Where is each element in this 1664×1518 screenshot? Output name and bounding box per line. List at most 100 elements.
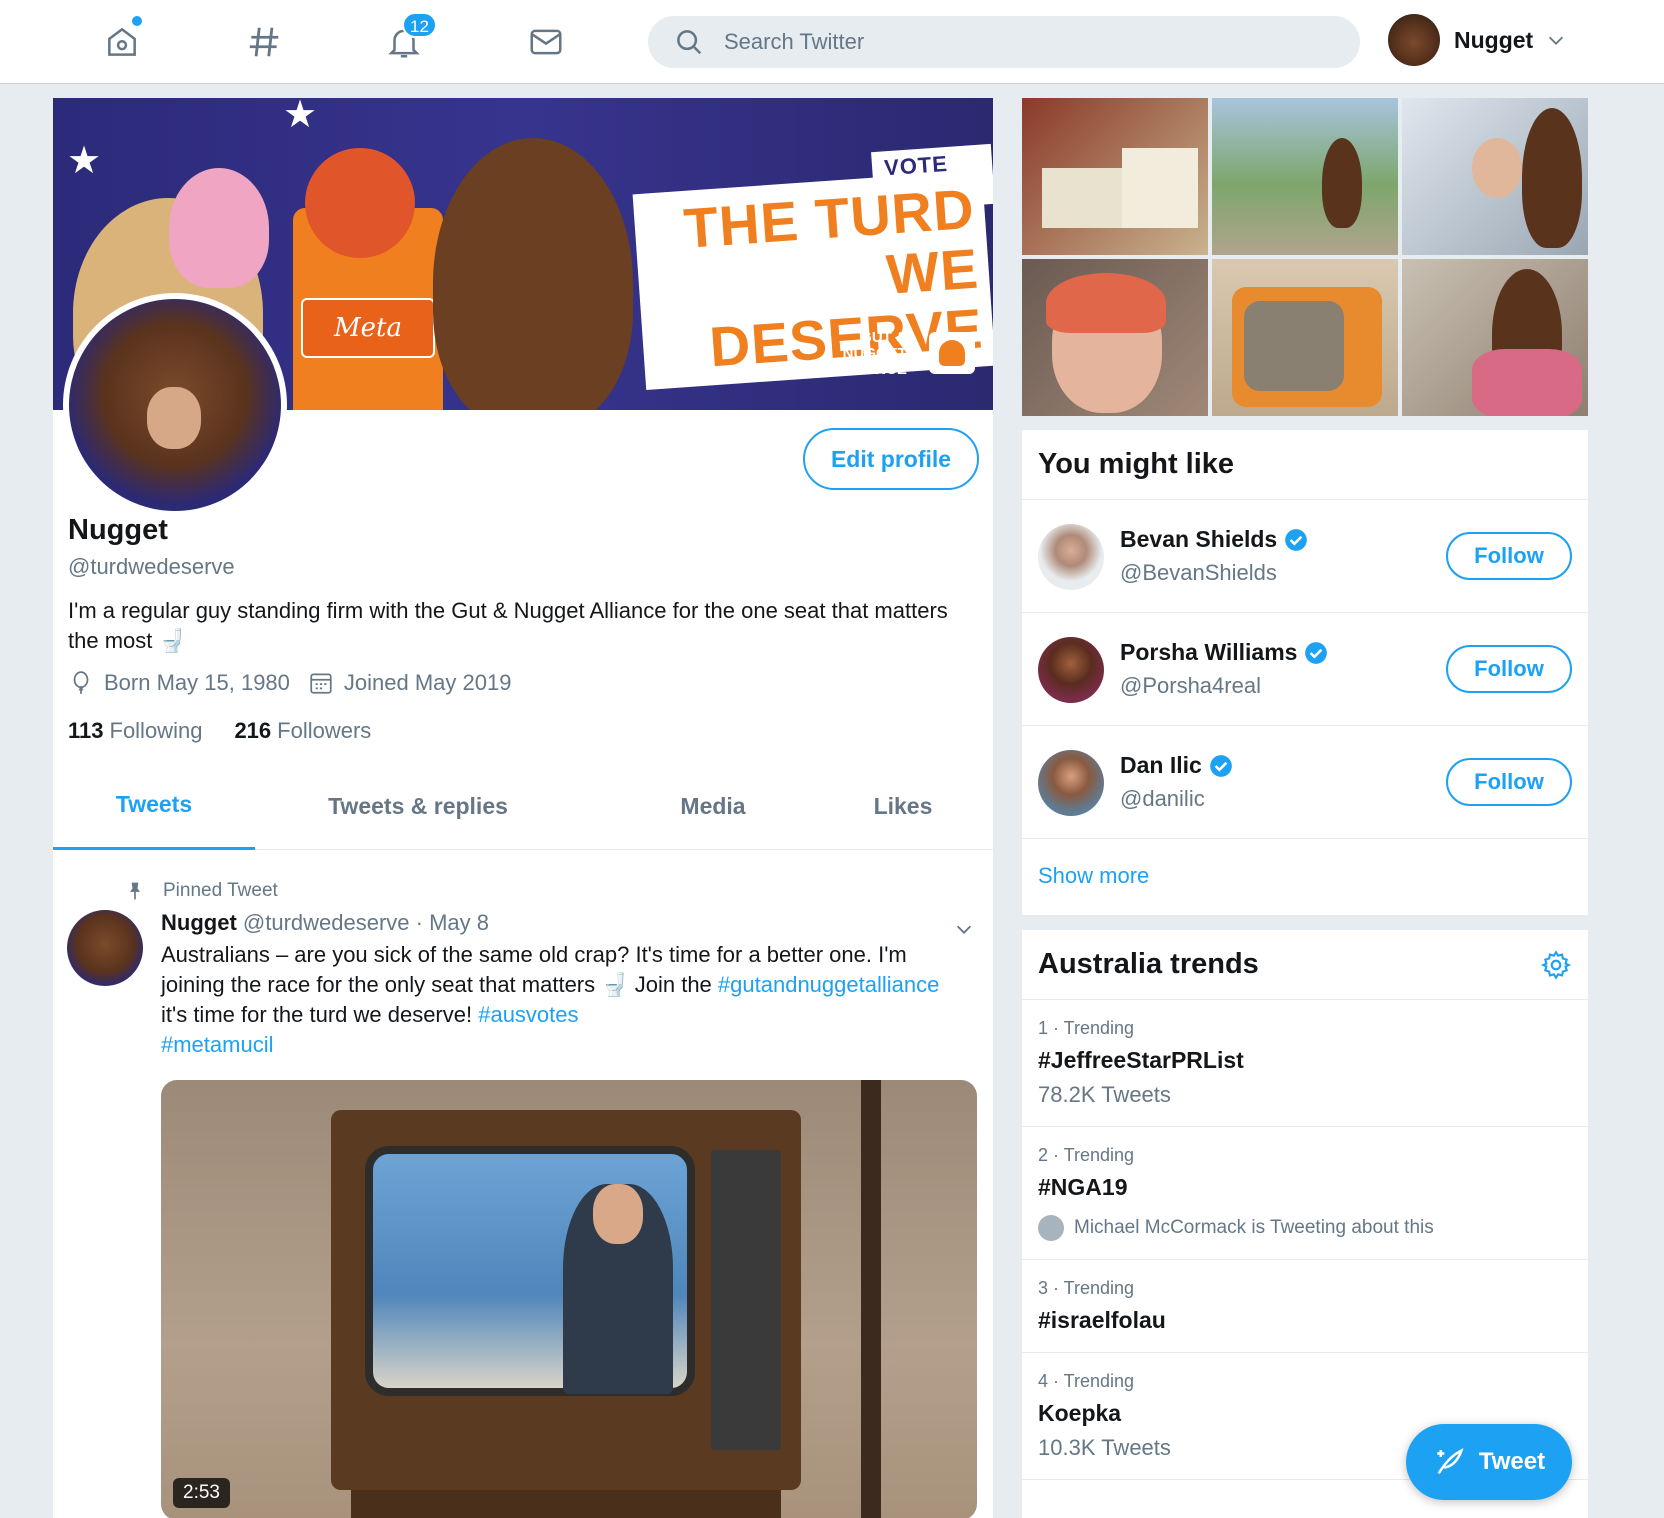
trend-count: 78.2K Tweets: [1038, 1082, 1171, 1107]
tab-tweets-replies[interactable]: Tweets & replies: [293, 762, 543, 850]
follow-button[interactable]: Follow: [1446, 758, 1572, 806]
user-name-text: Bevan Shields: [1120, 526, 1278, 552]
profile-stats: 113 Following 216 Followers: [68, 718, 371, 744]
video-duration: 2:53: [173, 1478, 230, 1508]
verified-badge-icon: [1285, 528, 1308, 551]
verified-badge-icon: [1209, 754, 1232, 777]
tweet-header: Nugget @turdwedeserve · May 8: [161, 910, 489, 936]
tab-tweets[interactable]: Tweets: [53, 762, 255, 850]
avatar-image: [69, 299, 281, 511]
profile-column: ★ ★ ★ Meta VOTE FOR THE TURD WE DESERVE …: [53, 98, 993, 1518]
profile-handle: @turdwedeserve: [68, 554, 235, 579]
profile-name: Nugget: [68, 514, 168, 546]
followers-label: Followers: [277, 718, 372, 743]
suggested-user-name: Bevan Shields: [1120, 526, 1309, 553]
tv-set-image: [331, 1110, 801, 1490]
pinned-tweet-label: Pinned Tweet: [125, 880, 278, 902]
home-nav-button[interactable]: [102, 16, 142, 62]
tweet-text-part: it's time for the turd we deserve!: [161, 1002, 479, 1027]
panel-title: You might like: [1022, 430, 1588, 500]
photo-thumbnail[interactable]: [1022, 98, 1208, 255]
photo-thumbnail[interactable]: [1212, 98, 1398, 255]
avatar: [1038, 750, 1104, 816]
tweet-video[interactable]: 2:53: [161, 1080, 977, 1518]
suggested-user-handle: @danilic: [1120, 786, 1205, 811]
hashtag-link[interactable]: #gutandnuggetalliance: [718, 972, 939, 997]
trend-item[interactable]: 3 · Trending #israelfolau: [1022, 1260, 1588, 1353]
account-menu[interactable]: Nugget: [1388, 14, 1567, 66]
tweet-date[interactable]: · May 8: [416, 910, 489, 935]
trend-meta: 3 · Trending: [1038, 1278, 1135, 1298]
profile-bio: I'm a regular guy standing firm with the…: [68, 598, 948, 653]
follow-button[interactable]: Follow: [1446, 645, 1572, 693]
trend-name: Koepka: [1038, 1400, 1122, 1426]
photo-thumbnail[interactable]: [1402, 259, 1588, 416]
pinned-label-text: Pinned Tweet: [163, 880, 278, 901]
quill-icon: [1437, 1448, 1464, 1475]
tab-media[interactable]: Media: [613, 762, 813, 850]
compose-label: Tweet: [1478, 1448, 1546, 1475]
balloon-icon: [73, 671, 89, 694]
trend-item[interactable]: 1 · Trending #JeffreeStarPRList 78.2K Tw…: [1022, 1000, 1588, 1127]
chevron-down-icon[interactable]: [953, 918, 975, 940]
search-bar: [648, 16, 1360, 68]
account-name: Nugget: [1454, 26, 1534, 53]
tab-likes[interactable]: Likes: [813, 762, 993, 850]
alliance-logo: [929, 332, 975, 374]
photo-thumbnail[interactable]: [1402, 98, 1588, 255]
trend-meta: 1 · Trending: [1038, 1018, 1135, 1038]
show-more-link[interactable]: Show more: [1022, 839, 1588, 915]
user-name-text: Dan Ilic: [1120, 752, 1202, 778]
birth-date: Born May 15, 1980: [104, 670, 290, 695]
explore-nav-button[interactable]: [244, 22, 284, 62]
followers-link[interactable]: 216 Followers: [234, 718, 371, 744]
gear-icon[interactable]: [1540, 949, 1572, 981]
following-label: Following: [109, 718, 203, 743]
photo-thumbnail[interactable]: [1022, 259, 1208, 416]
who-to-follow-panel: You might like Bevan Shields @BevanShiel…: [1022, 430, 1588, 915]
search-input[interactable]: [724, 29, 1324, 55]
suggested-user[interactable]: Bevan Shields @BevanShields Follow: [1022, 500, 1588, 613]
calendar-icon: [310, 673, 332, 694]
alliance-line-3: ALLIANCE: [831, 361, 907, 378]
trend-context: Michael McCormack is Tweeting about this: [1038, 1215, 1572, 1241]
suggested-user-handle: @BevanShields: [1120, 560, 1277, 585]
trend-item[interactable]: 2 · Trending #NGA19 Michael McCormack is…: [1022, 1127, 1588, 1260]
avatar-face: [147, 387, 201, 449]
tv-control-panel: [711, 1150, 781, 1450]
trends-header: Australia trends: [1022, 930, 1588, 1000]
alliance-line-2: NUGGET: [842, 345, 907, 362]
new-content-dot: [132, 16, 142, 26]
profile-meta: Born May 15, 1980 Joined May 2019: [68, 670, 511, 696]
alliance-line-1: GUT &: [860, 329, 907, 346]
hashtag-link[interactable]: #metamucil: [161, 1032, 273, 1057]
hashtag-link[interactable]: #ausvotes: [478, 1002, 578, 1027]
suggested-user[interactable]: Dan Ilic @danilic Follow: [1022, 726, 1588, 839]
edit-profile-button[interactable]: Edit profile: [803, 428, 979, 490]
notifications-badge: 12: [402, 12, 437, 38]
following-link[interactable]: 113 Following: [68, 718, 202, 744]
avatar: [1038, 524, 1104, 590]
notifications-nav-button[interactable]: 12: [384, 12, 437, 62]
tweet-avatar[interactable]: [67, 910, 143, 986]
panel-title: Australia trends: [1038, 948, 1259, 980]
star-decoration: ★: [283, 98, 318, 136]
compose-tweet-button[interactable]: Tweet: [1406, 1424, 1572, 1500]
top-navigation-bar: 12 Nugget: [0, 0, 1664, 84]
avatar: [1038, 1215, 1064, 1241]
profile-tabs: Tweets Tweets & replies Media Likes: [53, 762, 993, 850]
trend-context-text: Michael McCormack is Tweeting about this: [1074, 1217, 1434, 1238]
tweet-text: Australians – are you sick of the same o…: [161, 940, 951, 1060]
messages-nav-button[interactable]: [526, 22, 566, 62]
photo-thumbnail[interactable]: [1212, 259, 1398, 416]
red-hair-head: [305, 148, 415, 258]
trend-name: #NGA19: [1038, 1174, 1128, 1200]
tv-screen: [365, 1146, 695, 1396]
suggested-user[interactable]: Porsha Williams @Porsha4real Follow: [1022, 613, 1588, 726]
profile-avatar[interactable]: [63, 293, 287, 517]
follow-button[interactable]: Follow: [1446, 532, 1572, 580]
home-icon: [108, 27, 136, 56]
avatar: [1038, 637, 1104, 703]
tweet-author-name[interactable]: Nugget: [161, 910, 237, 935]
trend-name: #JeffreeStarPRList: [1038, 1047, 1244, 1073]
